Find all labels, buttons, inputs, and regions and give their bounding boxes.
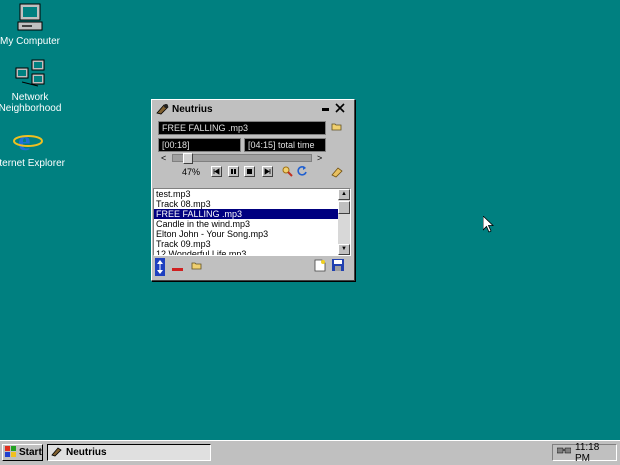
volume-readout: 47% (182, 167, 201, 177)
playlist-scrollbar[interactable]: ▲ ▼ (338, 189, 350, 255)
system-tray: 11:18 PM (552, 441, 617, 464)
seek-forward-button[interactable]: > (317, 154, 322, 163)
add-folder-icon[interactable] (191, 260, 203, 274)
taskbar-item-neutrius[interactable]: Neutrius (47, 444, 211, 461)
desktop-icon-label: My Computer (0, 36, 60, 47)
desktop-icon-network-neighborhood[interactable]: Network Neighborhood (0, 58, 68, 114)
close-button[interactable] (334, 103, 346, 114)
app-icon (156, 103, 170, 118)
playlist-item[interactable]: Candle in the wind.mp3 (154, 219, 338, 229)
minimize-button[interactable] (320, 103, 332, 114)
playlist[interactable]: test.mp3 Track 08.mp3 FREE FALLING .mp3 Can… (153, 188, 351, 256)
playlist-item[interactable]: 12 Wonderful Life.mp3 (154, 249, 338, 255)
search-icon[interactable] (282, 166, 293, 180)
playlist-item[interactable]: Track 08.mp3 (154, 199, 338, 209)
ie-icon: e (12, 124, 44, 157)
window-title: Neutrius (172, 103, 213, 115)
start-button[interactable]: Start (2, 444, 43, 461)
stop-button[interactable] (244, 166, 255, 177)
playlist-item[interactable]: test.mp3 (154, 189, 338, 199)
scroll-down-button[interactable]: ▼ (338, 244, 350, 255)
seek-back-button[interactable]: < (161, 154, 166, 163)
save-icon[interactable] (332, 259, 345, 275)
windows-logo-icon (5, 445, 17, 460)
clock: 11:18 PM (575, 441, 600, 464)
scroll-up-button[interactable]: ▲ (338, 189, 350, 200)
network-icon (14, 58, 46, 90)
open-folder-icon[interactable] (331, 121, 343, 135)
eject-icon[interactable] (330, 166, 344, 181)
start-label: Start (19, 447, 42, 458)
computer-icon (14, 2, 46, 34)
next-button[interactable] (262, 166, 273, 177)
desktop-icon-label: Network Neighborhood (0, 92, 62, 114)
taskbar-item-label: Neutrius (66, 447, 107, 458)
mouse-pointer-icon (482, 215, 495, 237)
playlist-item[interactable]: Track 09.mp3 (154, 239, 338, 249)
desktop-icon-my-computer[interactable]: My Computer (0, 2, 68, 47)
total-time: [04:15] total time (244, 138, 326, 152)
network-tray-icon[interactable] (556, 446, 572, 459)
seek-slider[interactable] (172, 153, 312, 164)
elapsed-time: [00:18] (158, 138, 241, 152)
repeat-icon[interactable] (296, 165, 308, 180)
taskbar: Start Neutrius 11:18 PM (0, 440, 620, 465)
app-icon (51, 446, 63, 460)
scroll-thumb[interactable] (338, 201, 350, 214)
seek-thumb[interactable] (183, 153, 193, 164)
playlist-item[interactable]: Elton John - Your Song.mp3 (154, 229, 338, 239)
playlist-item[interactable]: FREE FALLING .mp3 (154, 209, 338, 219)
title-bar[interactable]: Neutrius (154, 102, 352, 116)
desktop-icon-internet-explorer[interactable]: e Internet Explorer (0, 124, 66, 169)
previous-button[interactable] (211, 166, 222, 177)
remove-icon[interactable] (172, 263, 184, 275)
pause-button[interactable] (228, 166, 239, 177)
playlist-items: test.mp3 Track 08.mp3 FREE FALLING .mp3 Can… (154, 189, 350, 255)
new-playlist-icon[interactable] (314, 259, 326, 275)
track-display: FREE FALLING .mp3 (158, 121, 326, 135)
svg-text:e: e (18, 126, 30, 156)
sort-arrows-icon[interactable] (155, 258, 165, 279)
desktop-icon-label: Internet Explorer (0, 158, 65, 169)
